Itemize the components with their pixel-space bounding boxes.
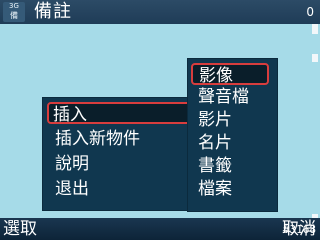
battery-icon: 0 <box>306 5 314 19</box>
submenu-item-video[interactable]: 影片 <box>198 109 232 131</box>
menu-item-insert-new-object[interactable]: 插入新物件 <box>51 128 140 150</box>
submenu-item-image[interactable]: 影像 <box>191 63 269 86</box>
softkey-bar: 選取 取消 #3168 <box>0 218 320 240</box>
submenu-item-business-card[interactable]: 名片 <box>198 132 232 154</box>
title-bar: 3G 備 備註 0 <box>0 0 320 24</box>
insert-submenu: 影像 聲音檔 影片 名片 書籤 檔案 <box>187 58 278 212</box>
menu-item-insert[interactable]: 插入 ▶ <box>47 102 207 125</box>
submenu-item-file[interactable]: 檔案 <box>198 178 232 200</box>
menu-item-label: 插入 <box>53 105 87 125</box>
app-icon-glyph: 備 <box>10 11 18 20</box>
select-softkey[interactable]: 選取 <box>3 218 37 240</box>
options-menu: 插入 ▶ 插入新物件 說明 退出 <box>42 97 207 211</box>
menu-item-exit[interactable]: 退出 <box>51 178 89 200</box>
page-title: 備註 <box>34 1 72 22</box>
submenu-item-bookmark[interactable]: 書籤 <box>198 155 232 177</box>
app-icon: 3G 備 <box>3 2 25 22</box>
menu-item-help[interactable]: 說明 <box>51 153 89 175</box>
character-counter: #3168 <box>282 223 316 236</box>
submenu-item-sound-clip[interactable]: 聲音檔 <box>198 86 249 108</box>
network-indicator: 3G <box>9 2 19 10</box>
scroll-indicator <box>312 24 318 220</box>
